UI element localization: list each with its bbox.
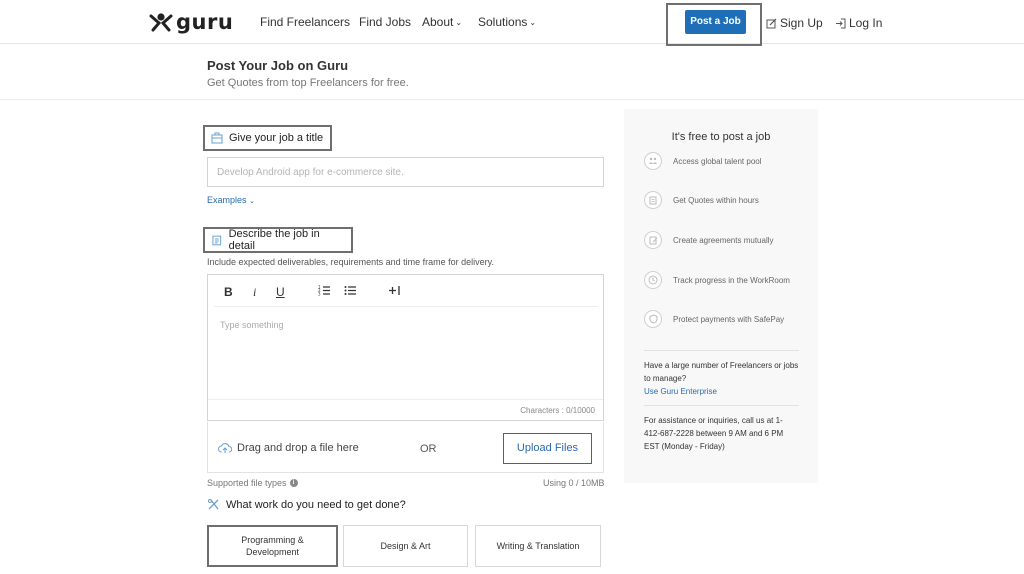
quote-document-icon [644, 191, 662, 209]
nav-label: About [422, 15, 454, 29]
editor-toolbar: B i U 123 [214, 281, 598, 307]
supported-file-types[interactable]: Supported file types i [207, 478, 298, 488]
shield-icon [644, 310, 662, 328]
nav-find-jobs[interactable]: Find Jobs [359, 15, 411, 29]
chevron-down-icon: ⌄ [249, 198, 255, 205]
category-label: Design & Art [380, 541, 431, 551]
info-icon[interactable]: i [289, 479, 298, 487]
upload-files-button[interactable]: Upload Files [503, 433, 592, 464]
guru-logo[interactable]: guru [149, 10, 234, 34]
nav-label: Find Jobs [359, 15, 412, 29]
sidebar-item-label: Get Quotes within hours [673, 195, 759, 205]
clipboard-icon [212, 235, 222, 246]
sidebar-item-safepay: Protect payments with SafePay [644, 310, 784, 328]
section-label-text: Give your job a title [229, 132, 324, 144]
drag-drop-label: Drag and drop a file here [237, 442, 359, 454]
examples-label: Examples [207, 195, 247, 205]
examples-dropdown[interactable]: Examples ⌄ [207, 195, 255, 205]
sign-up-link[interactable]: Sign Up [766, 16, 823, 30]
log-in-label: Log In [849, 16, 883, 30]
description-hint: Include expected deliverables, requireme… [207, 257, 494, 267]
cloud-upload-icon [218, 443, 232, 453]
character-count: Characters : 0/10000 [520, 406, 595, 415]
sidebar-item-label: Access global talent pool [673, 156, 762, 166]
sidebar-title: It's free to post a job [671, 131, 771, 143]
briefcase-icon [211, 132, 223, 144]
bulleted-list-icon[interactable] [344, 284, 357, 300]
chevron-down-icon: ⌄ [455, 18, 463, 27]
top-navigation-bar: guru Find Freelancers Find Jobs About ⌄ S… [0, 0, 1024, 46]
assistance-info: For assistance or inquiries, call us at … [644, 416, 784, 451]
svg-text:3: 3 [318, 292, 321, 297]
file-dropzone[interactable]: Drag and drop a file here OR Upload File… [207, 422, 604, 473]
underline-button[interactable]: U [276, 285, 285, 299]
edit-icon [766, 18, 777, 28]
job-description-section-label: Describe the job in detail [203, 227, 353, 253]
guru-logo-mark-icon [149, 13, 173, 32]
login-icon [836, 18, 846, 28]
rich-text-editor[interactable]: B i U 123 Type something Characters : 0/… [207, 274, 604, 421]
ordered-list-icon[interactable]: 123 [318, 284, 331, 300]
sidebar-item-workroom: Track progress in the WorkRoom [644, 271, 790, 289]
supported-label: Supported file types [207, 478, 287, 488]
or-separator: OR [420, 443, 437, 455]
work-category-question: What work do you need to get done? [207, 498, 406, 511]
sidebar-divider [644, 405, 799, 406]
drag-drop-area: Drag and drop a file here [218, 442, 359, 454]
page-title: Post Your Job on Guru [207, 58, 349, 73]
sidebar-item-agreements: Create agreements mutually [644, 231, 774, 249]
nav-find-freelancers[interactable]: Find Freelancers [260, 15, 350, 29]
job-title-input[interactable] [207, 157, 604, 187]
log-in-link[interactable]: Log In [835, 16, 882, 30]
sidebar-item-label: Create agreements mutually [673, 235, 774, 245]
job-title-section-label: Give your job a title [203, 125, 332, 151]
bold-button[interactable]: B [224, 285, 233, 299]
sidebar-item-label: Track progress in the WorkRoom [673, 275, 790, 285]
info-sidebar: It's free to post a job Access global ta… [624, 109, 818, 483]
category-label: Programming & Development [241, 535, 304, 557]
chevron-down-icon: ⌄ [529, 18, 537, 27]
sidebar-item-talent-pool: Access global talent pool [644, 152, 762, 170]
tools-icon [208, 499, 219, 510]
post-a-job-button[interactable]: Post a Job [685, 10, 746, 34]
section-label-text: Describe the job in detail [228, 228, 320, 252]
insert-link-icon[interactable] [388, 284, 401, 300]
page-header: Post Your Job on Guru Get Quotes from to… [0, 44, 1024, 100]
enterprise-text: Have a large number of Freelancers or jo… [644, 361, 799, 383]
people-icon [644, 152, 662, 170]
category-design-art[interactable]: Design & Art [343, 525, 468, 567]
agreement-icon [644, 231, 662, 249]
sign-up-label: Sign Up [780, 16, 823, 30]
work-question-text: What work do you need to get done? [226, 498, 406, 511]
logo-text: guru [176, 10, 234, 34]
editor-divider [208, 399, 603, 400]
nav-label: Find Freelancers [260, 15, 351, 29]
italic-button[interactable]: i [253, 285, 256, 300]
nav-label: Solutions [478, 15, 528, 29]
editor-placeholder: Type something [220, 320, 284, 330]
category-writing-translation[interactable]: Writing & Translation [475, 525, 601, 567]
nav-solutions[interactable]: Solutions ⌄ [478, 15, 536, 29]
enterprise-info: Have a large number of Freelancers or jo… [644, 359, 804, 398]
storage-usage: Using 0 / 10MB [543, 478, 605, 488]
nav-about[interactable]: About ⌄ [422, 15, 462, 29]
sidebar-item-label: Protect payments with SafePay [673, 314, 785, 324]
page-subtitle: Get Quotes from top Freelancers for free… [207, 77, 409, 89]
category-programming-development[interactable]: Programming & Development [207, 525, 338, 567]
clock-icon [644, 271, 662, 289]
guru-enterprise-link[interactable]: Use Guru Enterprise [644, 387, 717, 396]
category-label: Writing & Translation [496, 541, 580, 551]
sidebar-item-quotes: Get Quotes within hours [644, 191, 759, 209]
sidebar-divider [644, 350, 799, 351]
